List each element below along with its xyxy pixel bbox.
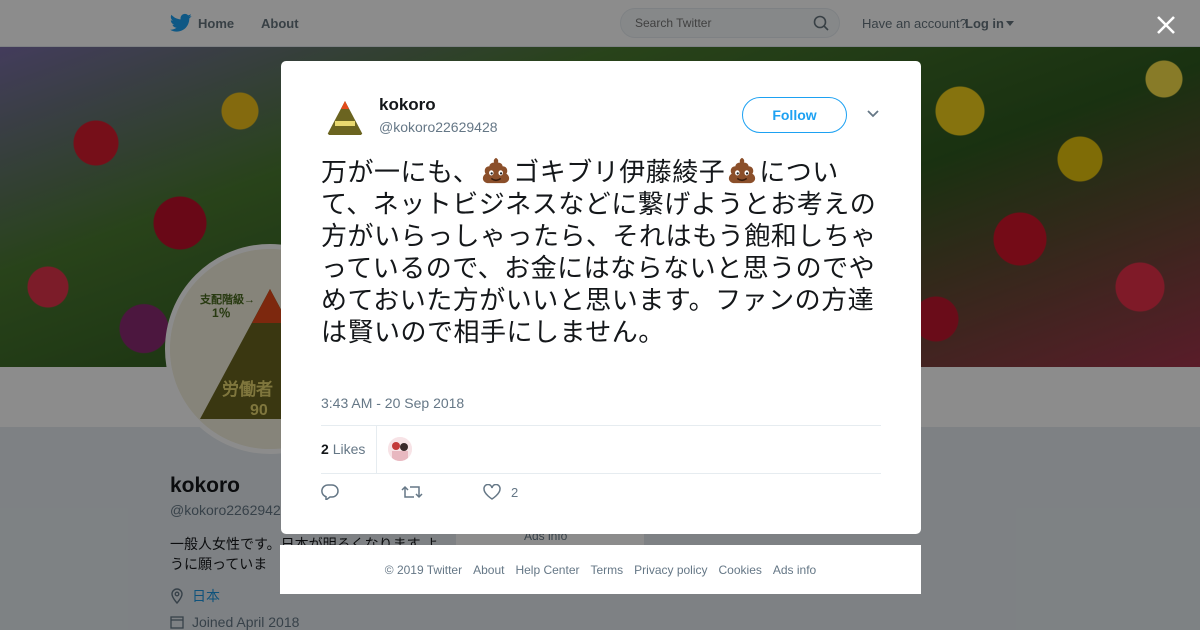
tweet-author-handle[interactable]: @kokoro22629428 bbox=[379, 119, 498, 135]
tweet-text: 万が一にも、 ゴキブリ伊藤綾子 について、ネットビジネスなどに繋げようとお考えの方が… bbox=[321, 155, 881, 348]
liker-avatar[interactable] bbox=[388, 437, 412, 461]
footer-terms-link[interactable]: Terms bbox=[590, 563, 623, 577]
pyramid-avatar-small-image bbox=[321, 93, 369, 141]
tweet-text-part2: ゴキブリ伊藤綾子 bbox=[513, 157, 726, 187]
footer-copyright[interactable]: © 2019 Twitter bbox=[385, 563, 462, 577]
tweet-timestamp[interactable]: 3:43 AM - 20 Sep 2018 bbox=[321, 395, 464, 411]
footer-about-link[interactable]: About bbox=[473, 563, 504, 577]
tweet-author-avatar[interactable] bbox=[321, 93, 369, 141]
pile-of-poo-emoji-icon bbox=[729, 157, 756, 184]
footer-help-center-link[interactable]: Help Center bbox=[515, 563, 579, 577]
follow-button[interactable]: Follow bbox=[742, 97, 847, 133]
footer-links: © 2019 Twitter About Help Center Terms P… bbox=[280, 545, 921, 594]
tweet-text-part1: 万が一にも、 bbox=[321, 157, 480, 187]
footer-cookies-link[interactable]: Cookies bbox=[719, 563, 762, 577]
likes-count: 2 bbox=[321, 441, 329, 457]
footer-privacy-link[interactable]: Privacy policy bbox=[634, 563, 707, 577]
chevron-down-icon[interactable] bbox=[866, 109, 880, 119]
retweet-action[interactable] bbox=[401, 484, 423, 500]
tweet-permalink-modal: kokoro @kokoro22629428 Follow 万が一にも、 ゴキブリ… bbox=[281, 61, 921, 534]
likes-stat[interactable]: 2 Likes bbox=[321, 441, 365, 457]
like-action-count: 2 bbox=[511, 484, 519, 500]
footer-ads-info-link[interactable]: Ads info bbox=[773, 563, 816, 577]
stat-divider bbox=[376, 426, 377, 473]
retweet-icon bbox=[401, 485, 423, 499]
reply-action[interactable] bbox=[321, 484, 339, 500]
tweet-author-name[interactable]: kokoro bbox=[379, 95, 436, 115]
like-action[interactable]: 2 bbox=[483, 484, 518, 500]
reply-icon bbox=[321, 484, 339, 500]
close-icon[interactable] bbox=[1153, 12, 1179, 38]
pile-of-poo-emoji-icon bbox=[483, 157, 510, 184]
tweet-stats: 2 Likes bbox=[321, 425, 881, 474]
likes-label: Likes bbox=[332, 441, 366, 457]
liker-avatar-image bbox=[388, 437, 412, 461]
heart-icon bbox=[483, 484, 501, 500]
tweet-actions: 2 bbox=[321, 484, 881, 504]
